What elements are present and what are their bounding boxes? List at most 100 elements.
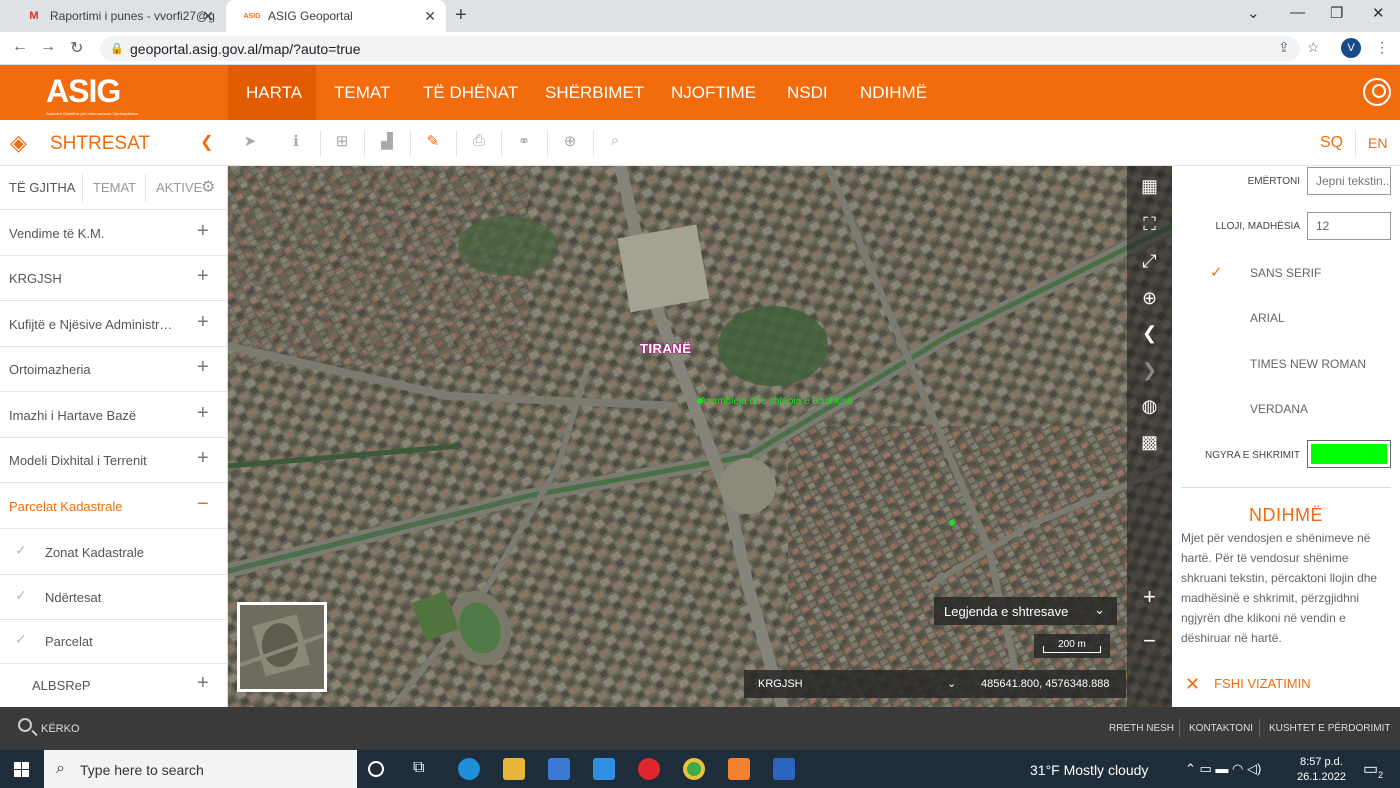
overview-map-thumbnail[interactable] — [237, 602, 327, 692]
clear-drawing-button[interactable]: ✕ FSHI VIZATIMIN — [1185, 674, 1311, 695]
weather-widget[interactable]: 31°F Mostly cloudy — [1030, 762, 1148, 778]
tab-te-gjitha[interactable]: TË GJITHA — [9, 180, 75, 195]
close-tab-icon[interactable]: ✕ — [202, 8, 214, 25]
nav-harta[interactable]: HARTA — [228, 65, 316, 120]
notifications-icon[interactable]: ▭2 — [1363, 759, 1383, 780]
layer-modeli[interactable]: Modeli Dixhital i Terrenit + — [0, 438, 228, 483]
link-rreth-nesh[interactable]: RRETH NESH — [1109, 723, 1174, 734]
edit-icon[interactable]: ✎ — [422, 132, 444, 150]
expand-icon[interactable]: + — [197, 402, 209, 425]
sublayer-zonat[interactable]: ✓ Zonat Kadastrale — [0, 530, 228, 575]
lang-sq[interactable]: SQ — [1320, 134, 1343, 152]
settings-gear-icon[interactable]: ⚙ — [201, 177, 215, 197]
search-icon[interactable] — [18, 718, 32, 732]
word-icon[interactable] — [773, 758, 795, 780]
tab-gmail[interactable]: M Raportimi i punes - vvorfi27@gm ✕ — [8, 0, 224, 32]
lang-en[interactable]: EN — [1368, 135, 1387, 151]
collapse-panel-icon[interactable]: ❮ — [200, 132, 213, 152]
annotation-text-input[interactable] — [1307, 167, 1391, 195]
maximize-icon[interactable]: ❐ — [1330, 4, 1343, 22]
previous-view-icon[interactable]: ❮ — [1127, 323, 1172, 344]
chart-icon[interactable]: ▟ — [376, 132, 398, 150]
layer-krgjsh[interactable]: KRGJSH + — [0, 256, 228, 301]
link-kontaktoni[interactable]: KONTAKTONI — [1189, 723, 1253, 734]
layer-vendime[interactable]: Vendime të K.M. + — [0, 211, 228, 256]
add-icon[interactable]: ⊞ — [331, 132, 353, 150]
font-option-sans-serif[interactable]: SANS SERIF — [1250, 266, 1321, 280]
asig-logo[interactable]: ASIG Autoriteti Shtetëror për Informacio… — [46, 73, 139, 116]
crs-select[interactable]: KRGJSH — [758, 678, 803, 690]
font-option-verdana[interactable]: VERDANA — [1250, 402, 1308, 416]
tab-temat[interactable]: TEMAT — [93, 180, 136, 195]
share-icon[interactable]: ⇪ — [1278, 39, 1290, 56]
footer-search[interactable]: KËRKO — [41, 723, 80, 735]
user-account-icon[interactable] — [1363, 78, 1391, 106]
grid-icon[interactable]: ▩ — [1127, 432, 1172, 453]
expand-icon[interactable]: + — [197, 356, 209, 379]
layer-parcelat-kadastrale[interactable]: Parcelat Kadastrale − — [0, 484, 228, 529]
expand-icon[interactable]: + — [197, 311, 209, 334]
clock[interactable]: 8:57 p.d. 26.1.2022 — [1297, 755, 1346, 785]
new-tab-button[interactable]: + — [455, 4, 467, 27]
zoom-out-button[interactable]: − — [1127, 628, 1172, 654]
nav-njoftime[interactable]: NJOFTIME — [653, 65, 774, 120]
bookmark-star-icon[interactable]: ☆ — [1307, 39, 1320, 56]
layer-imazhi[interactable]: Imazhi i Hartave Bazë + — [0, 393, 228, 438]
close-tab-icon[interactable]: ✕ — [424, 8, 436, 25]
zoom-in-button[interactable]: + — [1127, 584, 1172, 610]
reload-icon[interactable]: ↻ — [70, 38, 83, 58]
expand-icon[interactable]: + — [197, 447, 209, 470]
windows-start-icon[interactable] — [14, 762, 29, 777]
nav-te-dhenat[interactable]: TË DHËNAT — [405, 65, 536, 120]
expand-icon[interactable]: + — [197, 672, 209, 695]
chrome-icon[interactable] — [683, 758, 705, 780]
layer-ortoimazheria[interactable]: Ortoimazheria + — [0, 347, 228, 392]
check-icon[interactable]: ✓ — [15, 587, 27, 604]
edge-icon[interactable] — [458, 758, 480, 780]
tab-search-icon[interactable]: ⌄ — [1247, 4, 1260, 22]
font-option-arial[interactable]: ARIAL — [1250, 311, 1285, 325]
text-color-picker[interactable] — [1307, 440, 1391, 468]
chevron-down-icon[interactable]: ⌄ — [947, 677, 956, 690]
tab-asig[interactable]: ASIG ASIG Geoportal ✕ — [226, 0, 446, 32]
poi-marker[interactable] — [949, 520, 955, 526]
layer-kufijte[interactable]: Kufijtë e Njësive Administrative + — [0, 302, 228, 347]
file-explorer-icon[interactable] — [503, 758, 525, 780]
sublayer-parcelat[interactable]: ✓ Parcelat — [0, 619, 228, 664]
print-icon[interactable]: ⎙ — [468, 132, 490, 149]
forward-icon[interactable]: → — [40, 38, 56, 56]
url-field[interactable]: 🔒 geoportal.asig.gov.al/map/?auto=true — [100, 36, 1300, 61]
fullscreen-icon[interactable]: ⛶ — [1127, 214, 1172, 235]
minimize-icon[interactable]: — — [1290, 4, 1305, 21]
store-icon[interactable] — [548, 758, 570, 780]
basemap-icon[interactable]: ▦ — [1127, 176, 1172, 197]
check-icon[interactable]: ✓ — [15, 631, 27, 648]
next-view-icon[interactable]: ❯ — [1127, 360, 1172, 381]
mail-icon[interactable] — [593, 758, 615, 780]
expand-icon[interactable]: + — [197, 220, 209, 243]
nav-ndihme[interactable]: NDIHMË — [842, 65, 945, 120]
cortana-icon[interactable] — [368, 761, 384, 777]
nav-nsdi[interactable]: NSDI — [769, 65, 846, 120]
check-icon[interactable]: ✓ — [15, 542, 27, 559]
search-icon[interactable]: ⌕ — [604, 132, 626, 149]
expand-arrows-icon[interactable]: ⤢ — [1127, 251, 1172, 272]
close-window-icon[interactable]: ✕ — [1372, 4, 1385, 22]
select-icon[interactable]: ➤ — [239, 132, 261, 150]
collapse-icon[interactable]: − — [197, 493, 209, 516]
map-canvas[interactable]: TIRANË Asambleja dhe shtëpia e Bashkisë … — [228, 166, 1172, 707]
task-view-icon[interactable]: ⧉ — [413, 759, 435, 781]
menu-dots-icon[interactable]: ⋮ — [1375, 39, 1389, 56]
tab-aktive[interactable]: AKTIVE — [156, 180, 202, 195]
back-icon[interactable]: ← — [12, 38, 28, 56]
nav-sherbimet[interactable]: SHËRBIMET — [527, 65, 662, 120]
expand-icon[interactable]: + — [197, 265, 209, 288]
info-icon[interactable]: ℹ — [285, 132, 307, 150]
system-tray-icons[interactable]: ⌃ ▭ ▬ ◠ ◁) — [1185, 761, 1261, 777]
link-icon[interactable]: ⚭ — [513, 132, 535, 150]
font-option-times[interactable]: TIMES NEW ROMAN — [1250, 357, 1366, 371]
legend-dropdown-button[interactable]: Legjenda e shtresave ⌄ — [934, 597, 1117, 625]
app-orange-icon[interactable] — [728, 758, 750, 780]
opera-icon[interactable] — [638, 758, 660, 780]
taskbar-search-box[interactable]: ⌕ Type here to search — [44, 750, 357, 788]
